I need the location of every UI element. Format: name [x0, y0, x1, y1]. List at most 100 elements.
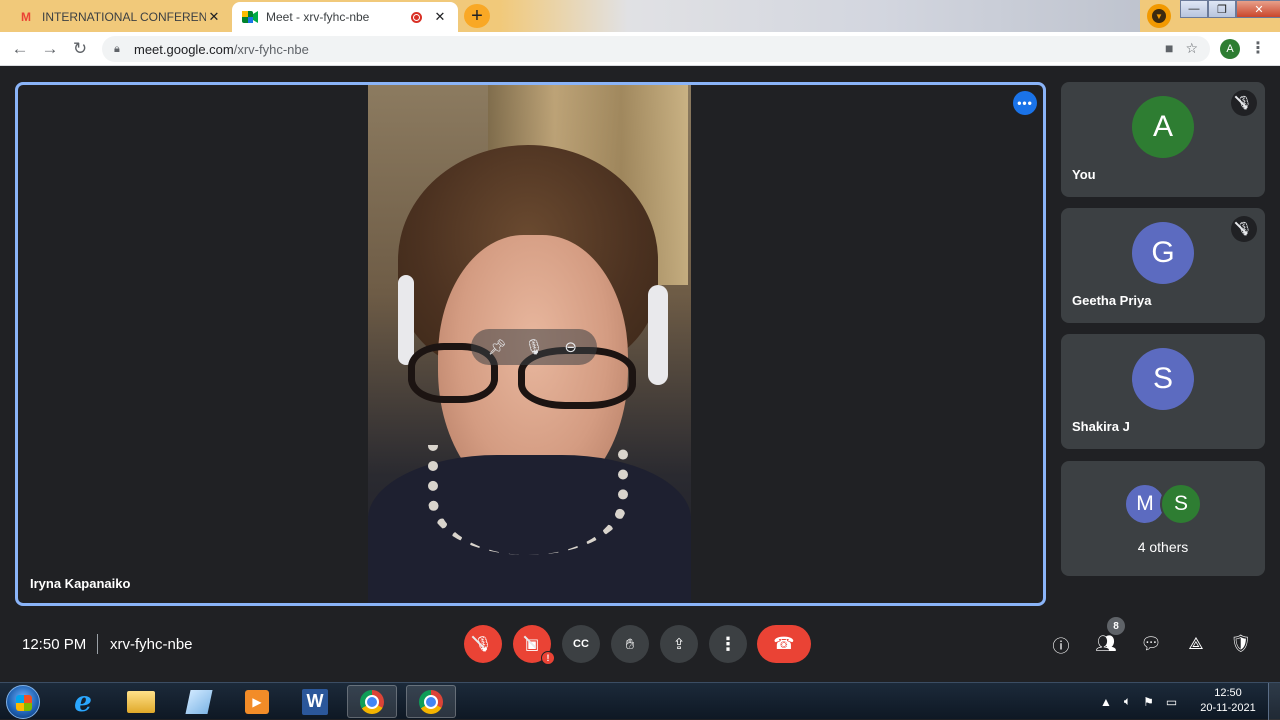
camera-off-icon: ▣: [524, 636, 540, 653]
volume-icon[interactable]: 🔈︎: [1124, 694, 1131, 709]
start-button[interactable]: [6, 685, 40, 719]
minimize-button[interactable]: —: [1180, 0, 1208, 18]
maximize-button[interactable]: ❐: [1208, 0, 1236, 18]
browser-tab-bar: M INTERNATIONAL CONFERENCE C ✕ Meet - xr…: [0, 0, 1280, 32]
recording-icon: [411, 11, 422, 23]
participant-tile-shakira[interactable]: S Shakira J: [1061, 334, 1265, 449]
taskbar-chrome-1[interactable]: [347, 685, 397, 718]
others-count-label: 4 others: [1137, 539, 1189, 555]
participant-tile-geetha[interactable]: G Geetha Priya 🎙︎: [1061, 208, 1265, 323]
tab-meet[interactable]: Meet - xrv-fyhc-nbe ✕: [232, 2, 458, 32]
taskbar-media-player[interactable]: ▶: [232, 685, 282, 718]
tab-title: Meet - xrv-fyhc-nbe: [266, 10, 370, 24]
tab-search-button[interactable]: ▼: [1147, 4, 1171, 28]
url-path: /xrv-fyhc-nbe: [233, 41, 309, 57]
address-bar[interactable]: 🔒︎ meet.google.com/xrv-fyhc-nbe ■ ☆: [102, 36, 1210, 62]
tab-title: INTERNATIONAL CONFERENCE C: [42, 10, 206, 24]
muted-mic-icon: 🎙︎: [1231, 90, 1257, 116]
mic-toggle-button[interactable]: 🎙︎: [464, 625, 502, 663]
tab-gmail[interactable]: M INTERNATIONAL CONFERENCE C ✕: [8, 2, 232, 32]
avatar: G: [1132, 222, 1194, 284]
reload-icon[interactable]: ↻: [69, 38, 91, 60]
word-icon: W: [302, 688, 328, 715]
video-headphone-right: [648, 285, 668, 385]
video-collar: [428, 445, 628, 555]
video-headphone-left: [398, 275, 414, 365]
camera-toggle-button[interactable]: ▣ !: [513, 625, 555, 665]
bookmark-star-icon[interactable]: ☆: [1185, 40, 1198, 57]
taskbar-time: 12:50: [1214, 687, 1242, 699]
media-player-icon: ▶: [245, 689, 269, 714]
taskbar-internet-explorer[interactable]: e: [58, 685, 108, 718]
close-tab-icon[interactable]: ✕: [206, 9, 222, 25]
tile-hover-controls: 📌︎ 🎙︎ ⊖: [471, 329, 597, 365]
activities-icon[interactable]: ⟁: [1184, 632, 1208, 656]
meeting-details-icon[interactable]: ⓘ: [1049, 632, 1073, 656]
divider: [97, 634, 98, 654]
participant-tile-others[interactable]: M S 4 others: [1061, 461, 1265, 576]
lock-icon[interactable]: 🔒︎: [114, 43, 126, 56]
remove-icon[interactable]: ⊖: [560, 338, 582, 356]
avatar: S: [1132, 348, 1194, 410]
chevron-down-icon: ▼: [1152, 9, 1166, 23]
participant-name: Geetha Priya: [1072, 293, 1152, 308]
forward-arrow-icon[interactable]: →: [39, 38, 61, 60]
omnibox-actions: ■ ☆: [1165, 40, 1198, 57]
more-options-button[interactable]: •••: [1013, 91, 1037, 115]
leave-call-button[interactable]: ☎︎: [757, 625, 811, 663]
taskbar-notes[interactable]: [174, 685, 224, 718]
meeting-controls-bar: 12:50 PM xrv-fyhc-nbe 🎙︎ ▣ ! CC ✋︎ ⇪ ⋮ ☎…: [0, 606, 1280, 682]
tab-bar-background: [500, 0, 1140, 32]
avatar: A: [1132, 96, 1194, 158]
profile-avatar[interactable]: A: [1220, 39, 1240, 59]
captions-button[interactable]: CC: [562, 625, 600, 663]
window-controls: — ❐ ✕: [1180, 0, 1280, 18]
taskbar-file-explorer[interactable]: [116, 685, 166, 718]
camera-permission-icon[interactable]: ■: [1165, 40, 1173, 57]
pin-icon[interactable]: 📌︎: [486, 338, 508, 356]
participant-name: You: [1072, 167, 1096, 182]
participant-name: Shakira J: [1072, 419, 1130, 434]
microphone-icon[interactable]: 🎙︎: [523, 338, 545, 356]
notes-icon: [185, 689, 213, 714]
browser-menu-icon[interactable]: ⋮: [1250, 38, 1266, 58]
taskbar-chrome-2[interactable]: [406, 685, 456, 718]
close-window-button[interactable]: ✕: [1236, 0, 1280, 18]
chrome-icon: [419, 689, 443, 714]
more-options-button[interactable]: ⋮: [709, 625, 747, 663]
url-host: meet.google.com: [134, 41, 234, 57]
main-video-tile[interactable]: 📌︎ 🎙︎ ⊖ ••• Iryna Kapanaiko: [15, 82, 1046, 606]
chat-icon[interactable]: 💬︎: [1139, 632, 1163, 656]
back-arrow-icon[interactable]: ←: [9, 38, 31, 60]
host-controls-icon[interactable]: 🛡︎: [1229, 632, 1253, 656]
meeting-time: 12:50 PM: [22, 636, 87, 653]
avatar: S: [1160, 483, 1202, 525]
tray-expand-icon[interactable]: ▲: [1100, 695, 1112, 709]
close-tab-icon[interactable]: ✕: [432, 9, 448, 25]
system-tray: ▲ 🔈︎ ⚑ ▭: [1100, 683, 1177, 720]
people-icon[interactable]: 👥︎: [1094, 632, 1118, 656]
internet-explorer-icon: e: [74, 685, 92, 718]
muted-mic-icon: 🎙︎: [1231, 216, 1257, 242]
show-desktop-button[interactable]: [1268, 683, 1280, 720]
hang-up-icon: ☎︎: [773, 634, 795, 653]
people-count-badge: 8: [1107, 617, 1125, 635]
taskbar-clock[interactable]: 12:50 20-11-2021: [1196, 686, 1260, 716]
participant-name: Iryna Kapanaiko: [30, 576, 131, 591]
raise-hand-button[interactable]: ✋︎: [611, 625, 649, 663]
action-center-flag-icon[interactable]: ⚑: [1143, 695, 1154, 709]
chrome-icon: [360, 689, 384, 714]
folder-icon: [127, 690, 155, 713]
more-vert-icon: ⋮: [719, 633, 737, 654]
participant-tile-you[interactable]: A You 🎙︎: [1061, 82, 1265, 197]
hand-icon: ✋︎: [625, 635, 635, 653]
present-icon: ⇪: [672, 636, 686, 653]
network-icon[interactable]: ▭: [1166, 695, 1177, 709]
windows-taskbar: e ▶ W ▲ 🔈︎ ⚑ ▭ 12:50 20-11-2021: [0, 682, 1280, 720]
browser-toolbar: ← → ↻ 🔒︎ meet.google.com/xrv-fyhc-nbe ■ …: [0, 32, 1280, 66]
present-screen-button[interactable]: ⇪: [660, 625, 698, 663]
taskbar-word[interactable]: W: [290, 685, 340, 718]
mic-off-icon: 🎙︎: [473, 636, 493, 653]
new-tab-button[interactable]: +: [464, 4, 490, 28]
captions-icon: CC: [573, 638, 589, 650]
